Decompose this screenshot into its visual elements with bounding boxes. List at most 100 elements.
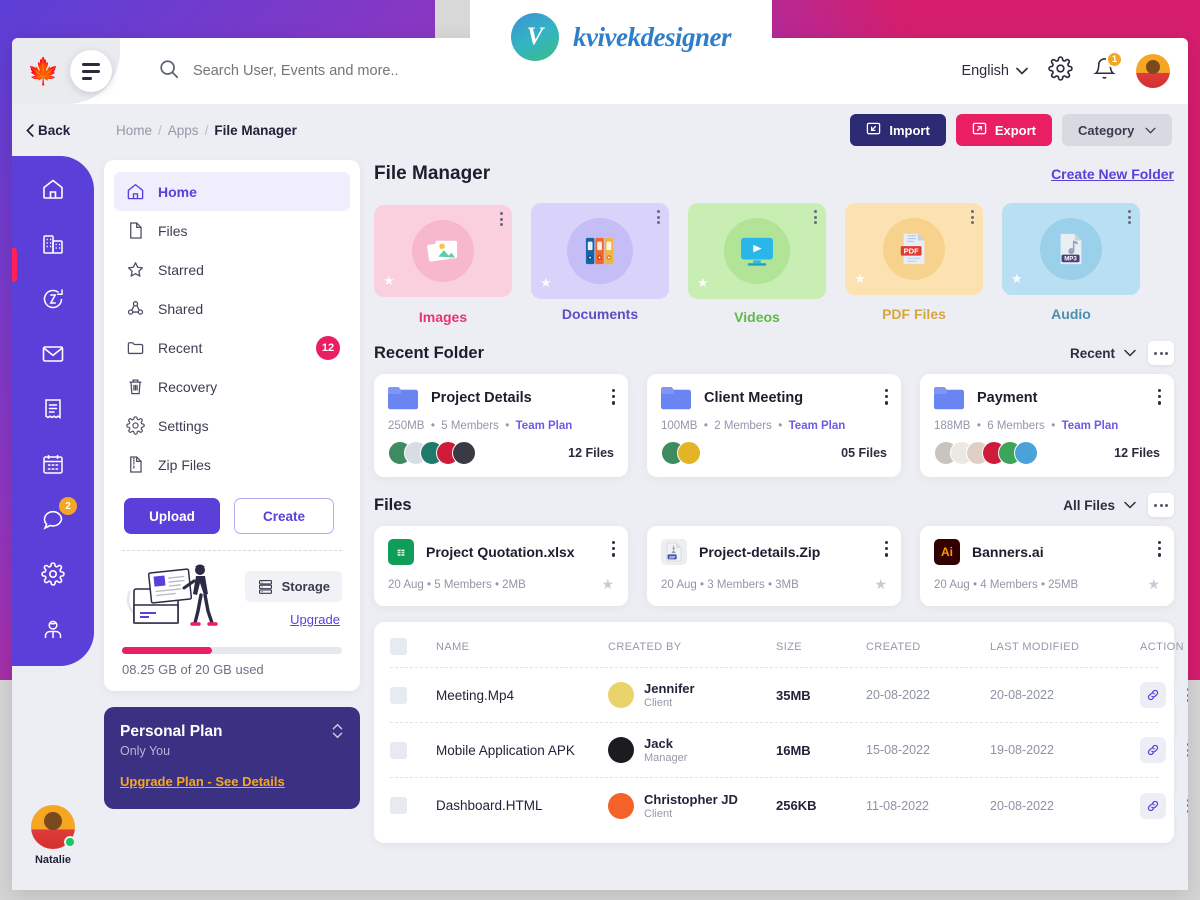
sidebar-item-shared[interactable]: Shared xyxy=(114,289,350,328)
table-row[interactable]: Dashboard.HTML Christopher JD Client 256… xyxy=(390,778,1188,833)
sidebar-item-recent[interactable]: Recent 12 xyxy=(114,328,350,367)
files-more-button[interactable] xyxy=(1148,493,1174,517)
plan-upgrade-link[interactable]: Upgrade Plan - See Details xyxy=(120,774,285,789)
row-menu-button[interactable] xyxy=(1175,682,1188,708)
back-button[interactable]: Back xyxy=(26,123,116,138)
cell-size: 256KB xyxy=(776,798,817,813)
category-card-pdf[interactable]: PDF ★ xyxy=(845,203,983,295)
rail-item-support[interactable] xyxy=(38,614,68,644)
file-card[interactable]: Project Quotation.xlsx 20 Aug • 5 Member… xyxy=(374,526,628,606)
breadcrumb-item-home[interactable]: Home xyxy=(116,123,152,138)
recent-more-button[interactable] xyxy=(1148,341,1174,365)
video-icon xyxy=(724,218,790,284)
user-avatar[interactable] xyxy=(1136,54,1170,88)
breadcrumb-bar: Back Home / Apps / File Manager Import E… xyxy=(12,104,1188,156)
file-card[interactable]: Ai Banners.ai 20 Aug • 4 Members • 25MB … xyxy=(920,526,1174,606)
member-avatars xyxy=(388,441,476,465)
folder-menu-button[interactable] xyxy=(611,389,615,405)
sidebar-item-zip-files[interactable]: Zip Files xyxy=(114,445,350,484)
storage-upgrade-link[interactable]: Upgrade xyxy=(290,612,342,627)
category-menu-button[interactable] xyxy=(814,210,817,224)
star-icon[interactable]: ★ xyxy=(697,275,709,291)
rail-item-crypto[interactable] xyxy=(38,284,68,314)
notifications-button[interactable]: 1 xyxy=(1093,51,1123,85)
export-button[interactable]: Export xyxy=(955,114,1052,146)
folder-card[interactable]: Project Details 250MB • 5 Members • Team… xyxy=(374,374,628,477)
sidebar-item-starred[interactable]: Starred xyxy=(114,250,350,289)
breadcrumb-item-apps[interactable]: Apps xyxy=(168,123,199,138)
create-new-folder-link[interactable]: Create New Folder xyxy=(1051,166,1174,182)
star-icon[interactable]: ★ xyxy=(540,275,552,291)
creator-name: Jennifer xyxy=(644,681,695,696)
sidebar-item-recovery[interactable]: Recovery xyxy=(114,367,350,406)
category-menu-button[interactable] xyxy=(971,210,974,224)
folder-menu-button[interactable] xyxy=(1157,389,1161,405)
folder-card[interactable]: Client Meeting 100MB • 2 Members • Team … xyxy=(647,374,901,477)
create-button[interactable]: Create xyxy=(234,498,334,534)
row-menu-button[interactable] xyxy=(1175,792,1188,819)
row-checkbox[interactable] xyxy=(390,797,407,814)
rail-item-mail[interactable] xyxy=(38,339,68,369)
plan-selector-icon[interactable] xyxy=(331,721,344,741)
language-selector[interactable]: English xyxy=(961,63,1028,79)
star-icon[interactable]: ★ xyxy=(383,273,395,289)
category-dropdown[interactable]: Category xyxy=(1062,114,1172,146)
storage-button[interactable]: Storage xyxy=(244,571,342,602)
folder-card[interactable]: Payment 188MB • 6 Members • Team Plan 12… xyxy=(920,374,1174,477)
sidebar-item-home[interactable]: Home xyxy=(114,172,350,211)
star-icon[interactable]: ★ xyxy=(1147,576,1160,593)
menu-toggle-button[interactable] xyxy=(70,50,112,92)
table-row[interactable]: Mobile Application APK Jack Manager 16MB… xyxy=(390,723,1188,778)
category-card-audio[interactable]: MP3 ★ xyxy=(1002,203,1140,295)
star-icon[interactable]: ★ xyxy=(854,271,866,287)
category-menu-button[interactable] xyxy=(657,210,660,224)
recent-filter-dropdown[interactable]: Recent xyxy=(1070,346,1136,361)
category-card-videos[interactable]: ★ xyxy=(688,203,826,299)
star-icon[interactable]: ★ xyxy=(874,576,887,593)
rail-item-company[interactable] xyxy=(38,229,68,259)
rail-item-settings[interactable] xyxy=(38,559,68,589)
file-menu-button[interactable] xyxy=(884,541,888,557)
category-menu-button[interactable] xyxy=(1128,210,1131,224)
file-icon xyxy=(130,222,142,239)
file-menu-button[interactable] xyxy=(1157,541,1161,557)
copy-link-button[interactable] xyxy=(1140,682,1166,708)
folder-menu-button[interactable] xyxy=(884,389,888,405)
row-checkbox[interactable] xyxy=(390,741,407,759)
cell-actions xyxy=(1140,737,1188,763)
sidebar-item-settings[interactable]: Settings xyxy=(114,406,350,445)
illustrator-icon: Ai xyxy=(934,539,960,565)
copy-link-button[interactable] xyxy=(1140,737,1166,763)
file-card[interactable]: ZIP Project-details.Zip 20 Aug • 3 Membe… xyxy=(647,526,901,606)
category-card-images[interactable]: ★ xyxy=(374,205,512,297)
gear-icon[interactable] xyxy=(1048,56,1073,86)
select-all-checkbox[interactable] xyxy=(390,638,407,655)
folder-footer: 12 Files xyxy=(388,441,614,465)
category-menu-button[interactable] xyxy=(500,212,503,226)
rail-item-chat[interactable]: 2 xyxy=(38,497,77,534)
copy-link-button[interactable] xyxy=(1140,792,1166,819)
svg-text:ZIP: ZIP xyxy=(669,554,676,559)
avatar xyxy=(1014,441,1038,465)
category-label: Images xyxy=(418,309,468,325)
file-menu-button[interactable] xyxy=(611,541,615,557)
folder-icon xyxy=(388,387,418,410)
personal-plan-card[interactable]: Personal Plan Only You Upgrade Plan - Se… xyxy=(104,707,360,809)
rail-item-calendar[interactable] xyxy=(38,449,68,479)
import-button[interactable]: Import xyxy=(850,114,946,146)
files-filter-dropdown[interactable]: All Files xyxy=(1063,498,1136,513)
category-card-documents[interactable]: ★ xyxy=(531,203,669,299)
table-row[interactable]: Meeting.Mp4 Jennifer Client 35MB 20-08-2… xyxy=(390,668,1188,723)
row-menu-button[interactable] xyxy=(1175,737,1188,763)
upload-button[interactable]: Upload xyxy=(124,498,220,534)
breadcrumb-separator: / xyxy=(204,122,209,138)
avatar xyxy=(608,737,634,763)
rail-user-profile[interactable]: Natalie xyxy=(12,805,94,866)
rail-item-home[interactable] xyxy=(38,174,68,204)
folder-file-count: 05 Files xyxy=(841,446,887,460)
sidebar-item-files[interactable]: Files xyxy=(114,211,350,250)
star-icon[interactable]: ★ xyxy=(601,576,614,593)
rail-item-invoice[interactable] xyxy=(38,394,68,424)
star-icon[interactable]: ★ xyxy=(1011,271,1023,287)
row-checkbox[interactable] xyxy=(390,686,407,704)
